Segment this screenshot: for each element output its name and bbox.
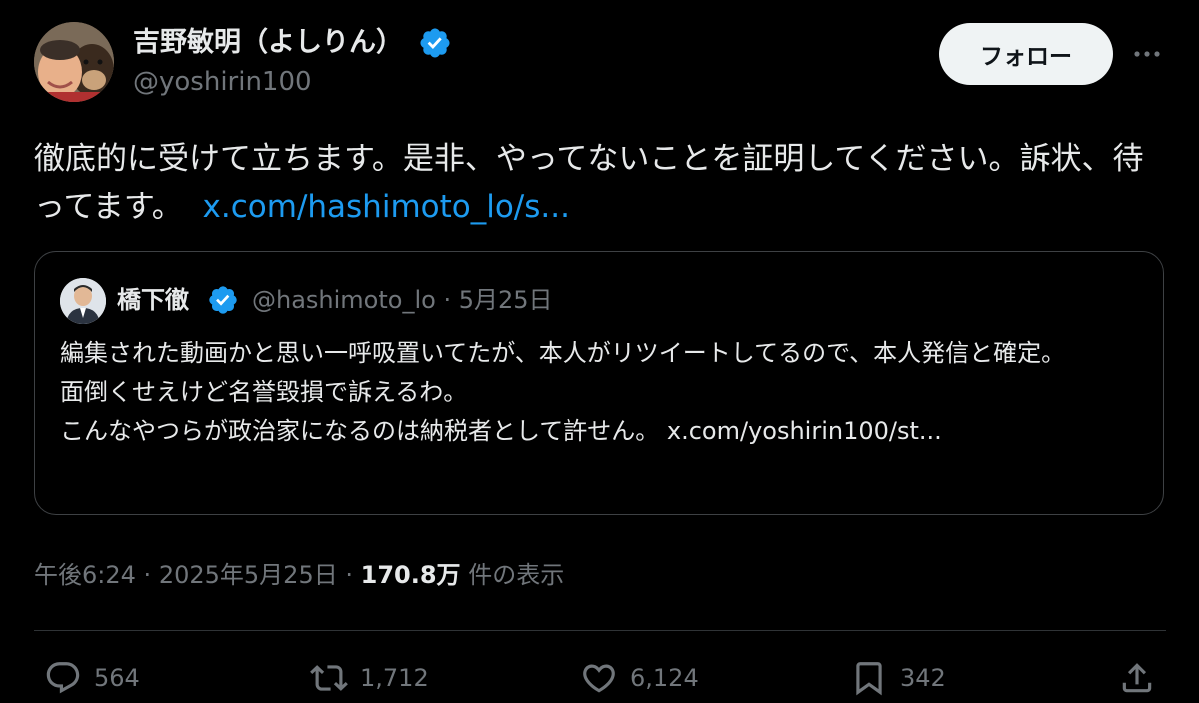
bookmark-button[interactable]: 342 <box>850 657 946 699</box>
like-count: 6,124 <box>630 664 699 692</box>
tweet-timestamp-line: 午後6:24 · 2025年5月25日 · 170.8万 件の表示 <box>34 558 564 592</box>
bookmark-icon <box>856 662 882 696</box>
meta-separator: · <box>345 561 353 589</box>
tweet-body: 徹底的に受けて立ちます。是非、やってないことを証明してください。訴状、待ってます… <box>34 141 1144 225</box>
tweet-link[interactable]: x.com/hashimoto_lo/s... <box>203 189 570 225</box>
tweet-time[interactable]: 午後6:24 <box>34 561 136 589</box>
meta-separator: · <box>143 561 152 589</box>
tweet-text: 徹底的に受けて立ちます。是非、やってないことを証明してください。訴状、待ってます… <box>34 135 1174 231</box>
quote-verified-badge-icon <box>207 284 239 316</box>
quote-text: 編集された動画かと思い一呼吸置いてたが、本人がリツイートしてるので、本人発信と確… <box>60 334 1150 451</box>
verified-badge-icon <box>418 26 452 60</box>
share-icon <box>1122 663 1152 693</box>
quote-author-handle[interactable]: @hashimoto_lo <box>252 286 436 314</box>
share-button[interactable] <box>1118 657 1156 699</box>
quote-line: 面倒くせえけど名誉毀損で訴えるわ。 <box>60 378 468 406</box>
bookmark-count: 342 <box>900 664 946 692</box>
quote-author-name[interactable]: 橋下徹 <box>117 283 189 317</box>
divider <box>34 630 1166 631</box>
quote-author-avatar[interactable] <box>60 278 106 324</box>
author-handle[interactable]: @yoshirin100 <box>133 66 312 98</box>
repost-button[interactable]: 1,712 <box>310 657 429 699</box>
more-horizontal-icon[interactable] <box>1130 44 1164 64</box>
views-label: 件の表示 <box>468 561 565 589</box>
follow-button[interactable]: フォロー <box>939 23 1113 85</box>
reply-button[interactable]: 564 <box>44 657 140 699</box>
quote-meta: @hashimoto_lo · 5月25日 <box>252 283 553 317</box>
reply-count: 564 <box>94 664 140 692</box>
heart-icon <box>583 664 615 693</box>
quote-line: こんなやつらが政治家になるのは納税者として許せん。 x.com/yoshirin… <box>60 417 942 445</box>
quote-separator: · <box>443 286 452 314</box>
tweet-date[interactable]: 2025年5月25日 <box>159 561 338 589</box>
quote-line: 編集された動画かと思い一呼吸置いてたが、本人がリツイートしてるので、本人発信と確… <box>60 339 1066 367</box>
quote-date[interactable]: 5月25日 <box>459 286 553 314</box>
author-display-name[interactable]: 吉野敏明（よしりん） <box>133 26 403 60</box>
author-avatar[interactable] <box>34 22 114 102</box>
views-count[interactable]: 170.8万 <box>361 561 461 589</box>
repost-count: 1,712 <box>360 664 429 692</box>
like-button[interactable]: 6,124 <box>580 657 699 699</box>
repost-icon <box>310 665 348 691</box>
reply-icon <box>46 662 80 694</box>
